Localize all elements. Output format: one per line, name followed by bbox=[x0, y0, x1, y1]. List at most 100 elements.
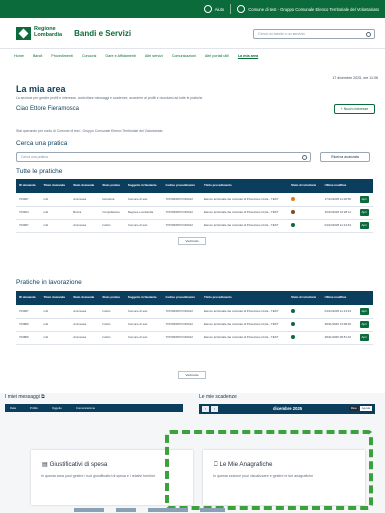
cell-id: 703907 bbox=[16, 305, 41, 319]
cell-stato-pratica: Inoltro bbox=[99, 219, 125, 233]
footer-logo bbox=[116, 508, 136, 512]
msg-col-comunicazione: Comunicazione bbox=[75, 406, 96, 410]
search-icon[interactable] bbox=[302, 155, 307, 160]
cell-codice: 707/00FDPVV/46012 bbox=[162, 318, 202, 332]
table-row[interactable]: 703806 null Ammessa Inoltro Comune di test 70… bbox=[16, 318, 373, 332]
view-agenda-button[interactable]: Agenda bbox=[359, 406, 372, 411]
nav-item-concorsi[interactable]: Concorsi bbox=[82, 54, 97, 58]
cell-soggetto: Comune di test bbox=[124, 193, 163, 207]
open-button[interactable]: Apri bbox=[359, 333, 369, 342]
col-codice[interactable]: Codice procedimento bbox=[162, 179, 202, 193]
col-stato-domanda[interactable]: Stato domanda bbox=[70, 179, 100, 193]
open-button[interactable]: Apri bbox=[359, 221, 369, 230]
nav-item-mia-area[interactable]: La mia area bbox=[238, 54, 258, 58]
status-dot-icon bbox=[291, 209, 296, 214]
cell-soggetto: Comune di test bbox=[124, 305, 163, 319]
col-id[interactable]: ID domanda bbox=[16, 179, 41, 193]
table-row[interactable]: 703907 null Ammessa Inoltro Comune di test 70… bbox=[16, 219, 373, 233]
calendar-month: dicembre 2025 bbox=[273, 406, 303, 411]
cell-titolo: null bbox=[40, 318, 71, 332]
col-procedimento[interactable]: Titolo procedimento bbox=[201, 291, 289, 305]
cell-titolo: null bbox=[40, 206, 71, 220]
cell-codice: 707/00FDPVV/46012 bbox=[162, 206, 202, 220]
col-procedimento[interactable]: Titolo procedimento bbox=[201, 179, 289, 193]
nav-item-altri-servizi[interactable]: Altri servizi bbox=[145, 54, 163, 58]
nav-item-comunicazioni[interactable]: Comunicazioni bbox=[172, 54, 196, 58]
cell-ultima-modifica: 17/12/2025 11:06:56 bbox=[321, 193, 357, 207]
open-button[interactable]: Apri bbox=[359, 195, 369, 203]
cell-stato-pratica: Inoltro bbox=[99, 331, 125, 345]
new-interest-button[interactable]: + Nuovo interesse bbox=[334, 104, 375, 114]
deadlines-title: Le mie scadenze bbox=[199, 394, 237, 400]
cell-codice: 707/00FDPVV/46012 bbox=[162, 219, 202, 233]
nav-item-home[interactable]: Home bbox=[14, 54, 24, 58]
col-istruttoria[interactable]: Stato di istruttoria bbox=[288, 291, 322, 305]
cell-istruttoria bbox=[288, 206, 322, 220]
col-stato-domanda[interactable]: Stato domanda bbox=[70, 291, 100, 305]
next-month-icon[interactable]: › bbox=[211, 406, 218, 412]
practice-search-placeholder: Cerca una pratica bbox=[21, 155, 48, 159]
col-stato-pratica[interactable]: Stato pratica bbox=[99, 179, 125, 193]
nav-item-procedimenti[interactable]: Procedimenti bbox=[51, 54, 73, 58]
cell-soggetto: Comune di test bbox=[124, 318, 163, 332]
help-label: Aiuto bbox=[214, 6, 225, 12]
open-button[interactable]: Apri bbox=[359, 208, 369, 217]
external-link-icon[interactable]: ⧉ bbox=[41, 394, 45, 400]
col-titolo[interactable]: Titolo domanda bbox=[40, 291, 71, 305]
table-row[interactable]: 703924 null Bozza Compilazione Regione Lomba… bbox=[16, 206, 373, 220]
col-soggetto[interactable]: Soggetto richiedente bbox=[124, 179, 163, 193]
show-all-button[interactable]: Vedi tutto bbox=[178, 237, 206, 245]
cell-actions: Apri bbox=[356, 331, 373, 345]
cell-codice: 707/00FDPVV/46012 bbox=[162, 331, 202, 345]
table-row[interactable]: 703927 null Ammessa Istruttoria Comune di te… bbox=[16, 193, 373, 207]
help-link[interactable]: Aiuto bbox=[203, 5, 225, 13]
footer-logo bbox=[74, 508, 104, 512]
col-istruttoria[interactable]: Stato di istruttoria bbox=[288, 179, 322, 193]
logo-mark-icon bbox=[16, 26, 31, 40]
top-bar: Aiuto Comune di test - Gruppo Comunale E… bbox=[0, 0, 385, 18]
status-dot-icon bbox=[291, 222, 296, 227]
view-month-button[interactable]: Mese bbox=[348, 406, 359, 411]
open-button[interactable]: Apri bbox=[359, 307, 369, 315]
col-ultima-modifica[interactable]: Ultima modifica bbox=[321, 179, 357, 193]
col-titolo[interactable]: Titolo domanda bbox=[40, 179, 71, 193]
status-dot-icon bbox=[291, 334, 296, 339]
advanced-search-button[interactable]: Ricerca avanzata bbox=[320, 152, 370, 162]
cell-titolo: null bbox=[40, 219, 71, 233]
current-date: 17 dicembre 2025, ore 11:06 bbox=[332, 76, 378, 80]
operating-note: Stai operando per conto di Comune di tes… bbox=[16, 129, 163, 133]
cell-actions: Apri bbox=[356, 219, 373, 233]
cell-istruttoria bbox=[288, 331, 322, 345]
cell-actions: Apri bbox=[356, 305, 373, 319]
col-id[interactable]: ID domanda bbox=[16, 291, 41, 305]
page-subtitle: La sezione per gestire profili e interes… bbox=[16, 96, 203, 100]
regione-lombardia-logo[interactable]: Regione Lombardia bbox=[16, 26, 63, 40]
nav-item-bandi[interactable]: Bandi bbox=[33, 54, 42, 58]
table-row[interactable]: 703907 null Ammessa Inoltro Comune di test 70… bbox=[16, 305, 373, 319]
status-dot-icon bbox=[291, 196, 296, 201]
cell-ultima-modifica: 28/11/2025 09:51:32 bbox=[321, 331, 357, 345]
practice-search-input[interactable]: Cerca una pratica bbox=[16, 152, 311, 162]
col-ultima-modifica[interactable]: Ultima modifica bbox=[321, 291, 357, 305]
header-search-input[interactable]: Cerca un bando o un servizio bbox=[253, 29, 375, 39]
main-content: 17 dicembre 2025, ore 11:06 La mia area … bbox=[0, 63, 385, 393]
show-all-working-button[interactable]: Vedi tutto bbox=[178, 371, 206, 379]
cell-procedimento: Elenco territoriale dei volontari di Pro… bbox=[201, 305, 289, 319]
calendar-toolbar: ‹ › dicembre 2025 Mese Agenda bbox=[199, 404, 375, 414]
nav-item-portali[interactable]: Altri portali utili bbox=[205, 54, 229, 58]
prev-month-icon[interactable]: ‹ bbox=[202, 406, 209, 412]
cell-stato-domanda: Ammessa bbox=[70, 331, 100, 345]
table-row[interactable]: 703806 null Ammessa Inoltro Comune di test 70… bbox=[16, 331, 373, 345]
cell-id: 703907 bbox=[16, 219, 41, 233]
cell-stato-domanda: Ammessa bbox=[70, 193, 100, 207]
cell-stato-pratica: Compilazione bbox=[99, 206, 125, 220]
col-codice[interactable]: Codice procedimento bbox=[162, 291, 202, 305]
logo-line2: Lombardia bbox=[34, 32, 63, 38]
search-icon[interactable] bbox=[366, 32, 371, 37]
col-stato-pratica[interactable]: Stato pratica bbox=[99, 291, 125, 305]
nav-item-gare[interactable]: Gare e Affidamenti bbox=[105, 54, 135, 58]
open-button[interactable]: Apri bbox=[359, 320, 369, 329]
col-soggetto[interactable]: Soggetto richiedente bbox=[124, 291, 163, 305]
org-selector[interactable]: Comune di test - Gruppo Comunale Elenco … bbox=[237, 5, 379, 13]
all-practices-title: Tutte le pratiche bbox=[16, 168, 63, 175]
